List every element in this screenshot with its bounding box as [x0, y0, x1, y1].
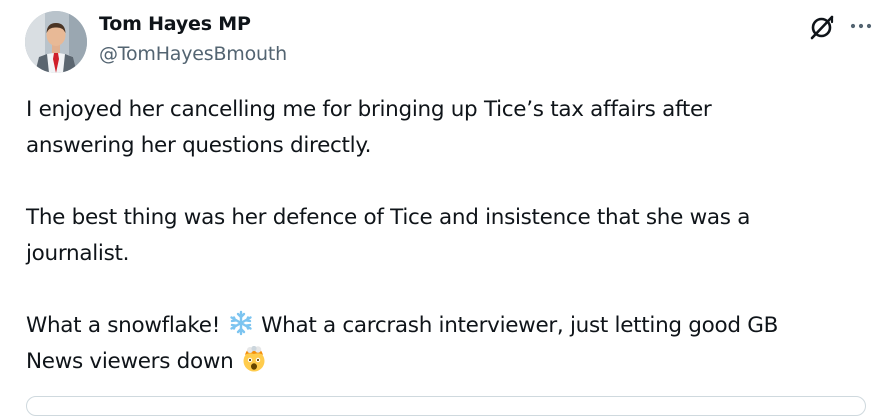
tweet-line: The best thing was her defence of Tice a…: [26, 205, 751, 230]
author-display-name[interactable]: Tom Hayes MP: [99, 12, 287, 36]
tweet-text-segment: What a carcrash interviewer, just lettin…: [261, 313, 779, 338]
more-options-icon[interactable]: [849, 16, 873, 36]
profile-photo-icon: [25, 11, 87, 73]
grok-icon[interactable]: [808, 13, 836, 41]
author-info: Tom Hayes MP @TomHayesBmouth: [99, 12, 287, 66]
tweet-paragraph: I enjoyed her cancelling me for bringing…: [26, 92, 866, 164]
snowflake-emoji-icon: [228, 310, 254, 336]
tweet-line: I enjoyed her cancelling me for bringing…: [26, 97, 712, 122]
tweet: Tom Hayes MP @TomHayesBmouth I enjoyed h…: [0, 0, 887, 416]
tweet-paragraph: The best thing was her defence of Tice a…: [26, 200, 866, 272]
tweet-text: I enjoyed her cancelling me for bringing…: [26, 92, 866, 380]
author-handle[interactable]: @TomHayesBmouth: [99, 42, 287, 66]
quoted-post-card[interactable]: [26, 396, 866, 416]
avatar[interactable]: [25, 11, 87, 73]
tweet-line: answering her questions directly.: [26, 133, 372, 158]
tweet-line: News viewers down: [26, 349, 234, 374]
exploding-head-emoji-icon: [241, 345, 267, 372]
tweet-paragraph: What a snowflake! What a carcrash interv…: [26, 308, 866, 380]
tweet-line: journalist.: [26, 241, 130, 266]
tweet-text-segment: What a snowflake!: [26, 313, 221, 338]
